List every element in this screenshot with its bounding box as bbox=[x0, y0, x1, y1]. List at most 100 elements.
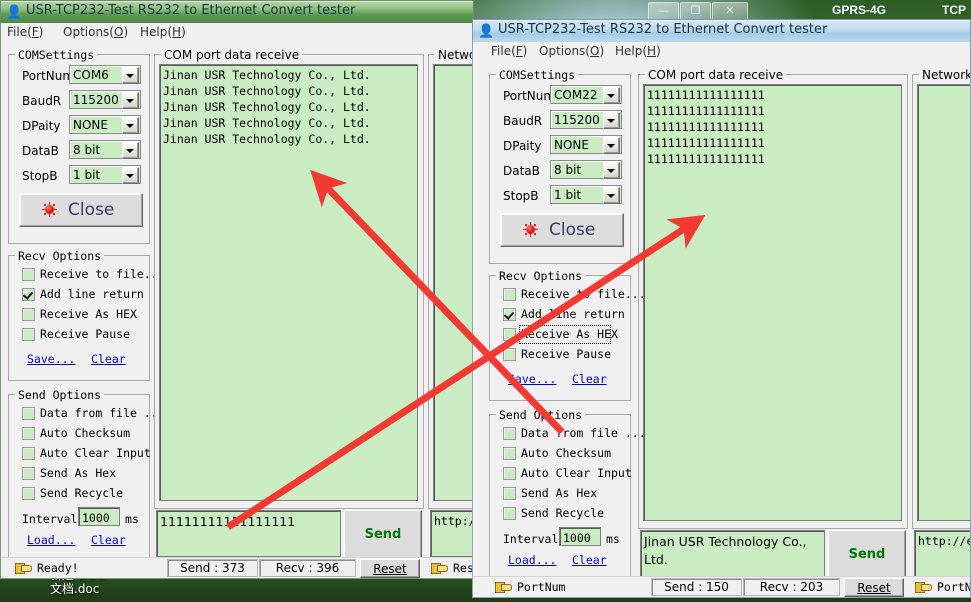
right-chk-receive-to-file[interactable] bbox=[503, 288, 516, 301]
menu-file[interactable]: File(F) bbox=[491, 44, 527, 58]
right-network-send-input[interactable]: http://en bbox=[914, 530, 971, 577]
right-menubar: File(F) Options(O) Help(H) bbox=[473, 42, 970, 62]
hand-pointer-icon bbox=[915, 580, 930, 593]
left-network-receive-group: Network data receive bbox=[428, 54, 474, 509]
right-close-port-label: Close bbox=[549, 220, 595, 240]
right-interval-input[interactable]: 1000 bbox=[559, 527, 601, 546]
right-lbl-auto-clear-input: Auto Clear Input bbox=[521, 466, 632, 480]
right-recv-clear-link[interactable]: Clear bbox=[572, 372, 607, 386]
left-datab-combo[interactable]: 8 bit bbox=[69, 140, 141, 159]
right-send-load-link[interactable]: Load... bbox=[508, 553, 556, 567]
left-recv-save-link[interactable]: Save... bbox=[27, 352, 75, 366]
left-stopb-combo[interactable]: 1 bit bbox=[69, 165, 141, 184]
menu-help[interactable]: Help(H) bbox=[615, 44, 661, 58]
right-chk-data-from-file[interactable] bbox=[503, 427, 516, 440]
desktop-icon-label-line2: 文档.doc bbox=[50, 580, 99, 597]
chevron-down-icon[interactable] bbox=[603, 137, 620, 154]
chevron-down-icon[interactable] bbox=[603, 187, 620, 204]
chevron-down-icon[interactable] bbox=[122, 117, 139, 134]
right-window-titlebar[interactable]: 👤 USR-TCP232-Test RS232 to Ethernet Conv… bbox=[472, 19, 971, 42]
left-send-button[interactable]: Send bbox=[344, 510, 422, 559]
right-lbl-add-line-return: Add line return bbox=[521, 307, 625, 321]
right-com-receive-group: COM port data receive 11111111111111111 … bbox=[638, 74, 908, 529]
right-send-input[interactable]: Jinan USR Technology Co., Ltd. bbox=[640, 530, 825, 577]
menu-options[interactable]: Options(O) bbox=[539, 44, 604, 58]
left-window-client: File(F) Options(O) Help(H) COMSettings P… bbox=[0, 23, 474, 579]
left-chk-data-from-file[interactable] bbox=[22, 407, 35, 420]
chevron-down-icon[interactable] bbox=[122, 92, 139, 109]
left-send-counter: Send : 373 bbox=[167, 559, 258, 577]
chevron-down-icon[interactable] bbox=[122, 142, 139, 159]
right-status-text: PortNum bbox=[517, 580, 565, 594]
right-lbl-data-from-file: Data from file ... bbox=[521, 426, 646, 440]
chevron-down-icon[interactable] bbox=[603, 87, 620, 104]
left-lbl-send-as-hex: Send As Hex bbox=[40, 466, 116, 480]
left-close-port-button[interactable]: Close bbox=[19, 193, 143, 227]
right-window-client: File(F) Options(O) Help(H) COMSettings P… bbox=[472, 42, 971, 598]
left-baudr-combo[interactable]: 115200 bbox=[69, 90, 141, 109]
right-chk-auto-clear-input[interactable] bbox=[503, 467, 516, 480]
right-recv-save-link[interactable]: Save... bbox=[508, 372, 556, 386]
right-baudr-combo[interactable]: 115200 bbox=[550, 110, 622, 129]
right-recv-counter: Recv : 203 bbox=[743, 578, 840, 596]
right-chk-receive-pause[interactable] bbox=[503, 348, 516, 361]
right-dpaity-combo[interactable]: NONE bbox=[550, 135, 622, 154]
left-send-input[interactable]: 11111111111111111 bbox=[156, 510, 341, 557]
left-lbl-interval-unit: ms bbox=[125, 512, 139, 526]
left-network-receive-textarea[interactable] bbox=[433, 64, 474, 501]
left-chk-receive-to-file[interactable] bbox=[22, 268, 35, 281]
receive-line: 11111111111111111 bbox=[647, 119, 899, 135]
left-chk-auto-checksum[interactable] bbox=[22, 427, 35, 440]
menu-help[interactable]: Help(H) bbox=[140, 25, 186, 39]
left-chk-receive-as-hex[interactable] bbox=[22, 308, 35, 321]
right-stopb-combo[interactable]: 1 bit bbox=[550, 185, 622, 204]
left-send-options-title: Send Options bbox=[15, 388, 104, 402]
receive-line: 11111111111111111 bbox=[647, 87, 899, 103]
right-close-port-button[interactable]: Close bbox=[500, 213, 624, 247]
chevron-down-icon[interactable] bbox=[603, 112, 620, 129]
left-chk-send-recycle[interactable] bbox=[22, 487, 35, 500]
left-chk-add-line-return[interactable] bbox=[22, 288, 35, 301]
right-recv-options-group: Recv Options Receive to file... Add line… bbox=[489, 275, 631, 401]
right-reset-button[interactable]: Reset bbox=[844, 578, 904, 597]
left-com-receive-title: COM port data receive bbox=[161, 48, 302, 62]
right-chk-send-as-hex[interactable] bbox=[503, 487, 516, 500]
right-network-status-text: PortN bbox=[937, 580, 971, 594]
left-portnum-combo[interactable]: COM6 bbox=[69, 65, 141, 84]
left-send-clear-link[interactable]: Clear bbox=[91, 533, 126, 547]
left-com-receive-group: COM port data receive Jinan USR Technolo… bbox=[154, 54, 424, 509]
left-lbl-auto-checksum: Auto Checksum bbox=[40, 426, 130, 440]
left-chk-auto-clear-input[interactable] bbox=[22, 447, 35, 460]
right-chk-add-line-return[interactable] bbox=[503, 308, 516, 321]
right-send-clear-link[interactable]: Clear bbox=[572, 553, 607, 567]
left-chk-receive-pause[interactable] bbox=[22, 328, 35, 341]
right-network-receive-textarea[interactable] bbox=[917, 84, 971, 521]
left-interval-input[interactable]: 1000 bbox=[78, 507, 120, 526]
left-network-send-input[interactable]: http:// bbox=[430, 510, 474, 557]
right-chk-receive-as-hex[interactable] bbox=[503, 328, 516, 341]
left-send-load-link[interactable]: Load... bbox=[27, 533, 75, 547]
chevron-down-icon[interactable] bbox=[603, 162, 620, 179]
right-com-receive-textarea[interactable]: 11111111111111111 11111111111111111 1111… bbox=[643, 84, 902, 521]
receive-line: Jinan USR Technology Co., Ltd. bbox=[163, 99, 415, 115]
menu-options[interactable]: Options(O) bbox=[63, 25, 128, 39]
left-reset-button[interactable]: Reset bbox=[360, 559, 420, 578]
menu-file[interactable]: File(F) bbox=[7, 25, 43, 39]
right-portnum-combo[interactable]: COM22 bbox=[550, 85, 622, 104]
right-chk-send-recycle[interactable] bbox=[503, 507, 516, 520]
left-statusbar: Ready! Send : 373 Recv : 396 Reset Res bbox=[1, 557, 473, 578]
left-dpaity-combo[interactable]: NONE bbox=[69, 115, 141, 134]
left-comsettings-title: COMSettings bbox=[15, 48, 97, 62]
left-recv-clear-link[interactable]: Clear bbox=[91, 352, 126, 366]
left-lbl-add-line-return: Add line return bbox=[40, 287, 144, 301]
right-label-stopb: StopB bbox=[503, 189, 539, 203]
left-com-receive-textarea[interactable]: Jinan USR Technology Co., Ltd. Jinan USR… bbox=[159, 64, 418, 501]
left-label-portnum: PortNum bbox=[22, 69, 74, 83]
right-send-button[interactable]: Send bbox=[828, 530, 906, 579]
chevron-down-icon[interactable] bbox=[122, 67, 139, 84]
left-window-titlebar[interactable]: 👤 USR-TCP232-Test RS232 to Ethernet Conv… bbox=[0, 0, 474, 23]
right-chk-auto-checksum[interactable] bbox=[503, 447, 516, 460]
left-chk-send-as-hex[interactable] bbox=[22, 467, 35, 480]
chevron-down-icon[interactable] bbox=[122, 167, 139, 184]
right-datab-combo[interactable]: 8 bit bbox=[550, 160, 622, 179]
